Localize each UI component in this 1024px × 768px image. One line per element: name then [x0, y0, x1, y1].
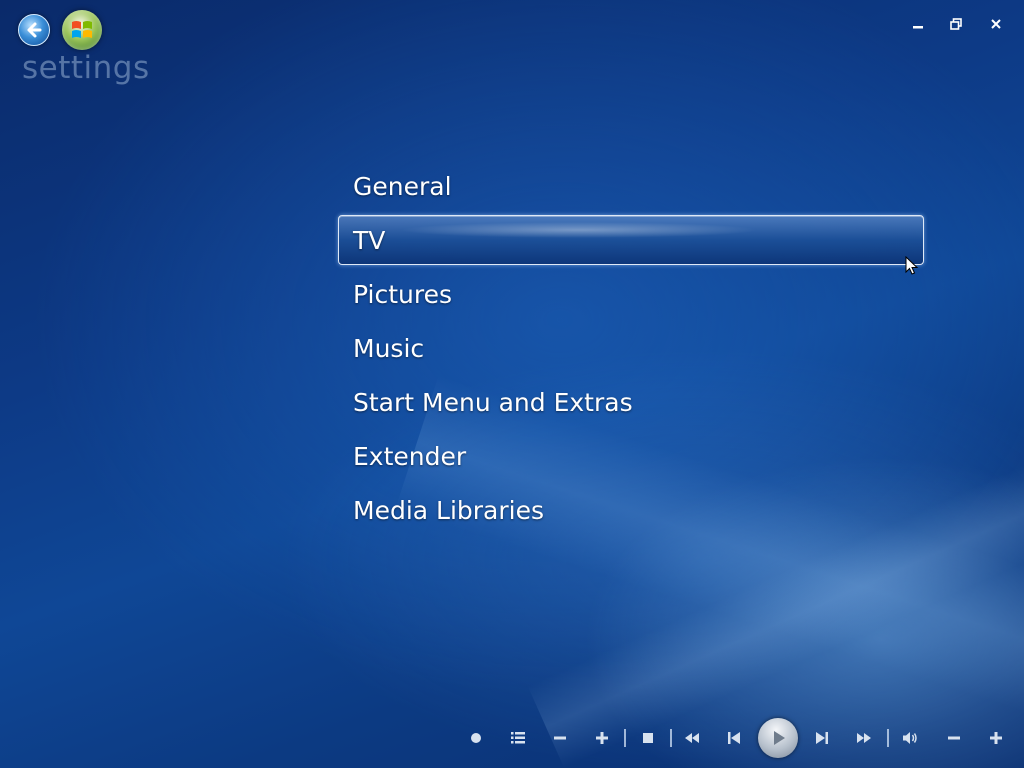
divider	[624, 729, 626, 747]
guide-icon[interactable]	[502, 718, 534, 758]
rewind-icon[interactable]	[676, 718, 708, 758]
menu-item-label: Start Menu and Extras	[353, 387, 633, 417]
skip-back-icon[interactable]	[718, 718, 750, 758]
menu-item-pictures[interactable]: Pictures	[338, 269, 924, 319]
menu-item-label: Media Libraries	[353, 495, 545, 525]
record-icon[interactable]	[460, 718, 492, 758]
menu-item-general[interactable]: General	[338, 161, 924, 211]
menu-item-extender[interactable]: Extender	[338, 431, 924, 481]
settings-menu: General TV Pictures Music Start Menu and…	[338, 161, 924, 539]
channel-up-icon[interactable]	[586, 718, 618, 758]
play-icon[interactable]	[758, 718, 798, 758]
volume-down-icon[interactable]	[938, 718, 970, 758]
menu-item-label: General	[353, 171, 452, 201]
menu-item-label: Pictures	[353, 279, 452, 309]
menu-item-media-libraries[interactable]: Media Libraries	[338, 485, 924, 535]
skip-forward-icon[interactable]	[806, 718, 838, 758]
restore-icon[interactable]	[946, 14, 966, 34]
windows-start-orb-icon[interactable]	[62, 10, 102, 50]
minimize-icon[interactable]	[908, 14, 928, 34]
menu-item-tv[interactable]: TV	[338, 215, 924, 265]
stop-icon[interactable]	[632, 718, 664, 758]
divider	[887, 729, 889, 747]
volume-up-icon[interactable]	[980, 718, 1012, 758]
menu-item-label: TV	[353, 225, 386, 255]
page-title: settings	[22, 50, 150, 86]
fast-forward-icon[interactable]	[848, 718, 880, 758]
transport-controls	[460, 718, 1020, 758]
channel-down-icon[interactable]	[544, 718, 576, 758]
divider	[670, 729, 672, 747]
close-icon[interactable]	[986, 14, 1006, 34]
menu-item-label: Extender	[353, 441, 467, 471]
back-arrow-icon[interactable]	[18, 14, 50, 46]
menu-item-start-menu-and-extras[interactable]: Start Menu and Extras	[338, 377, 924, 427]
menu-item-music[interactable]: Music	[338, 323, 924, 373]
menu-item-label: Music	[353, 333, 425, 363]
mute-icon[interactable]	[894, 718, 926, 758]
mouse-cursor-icon	[905, 256, 919, 275]
